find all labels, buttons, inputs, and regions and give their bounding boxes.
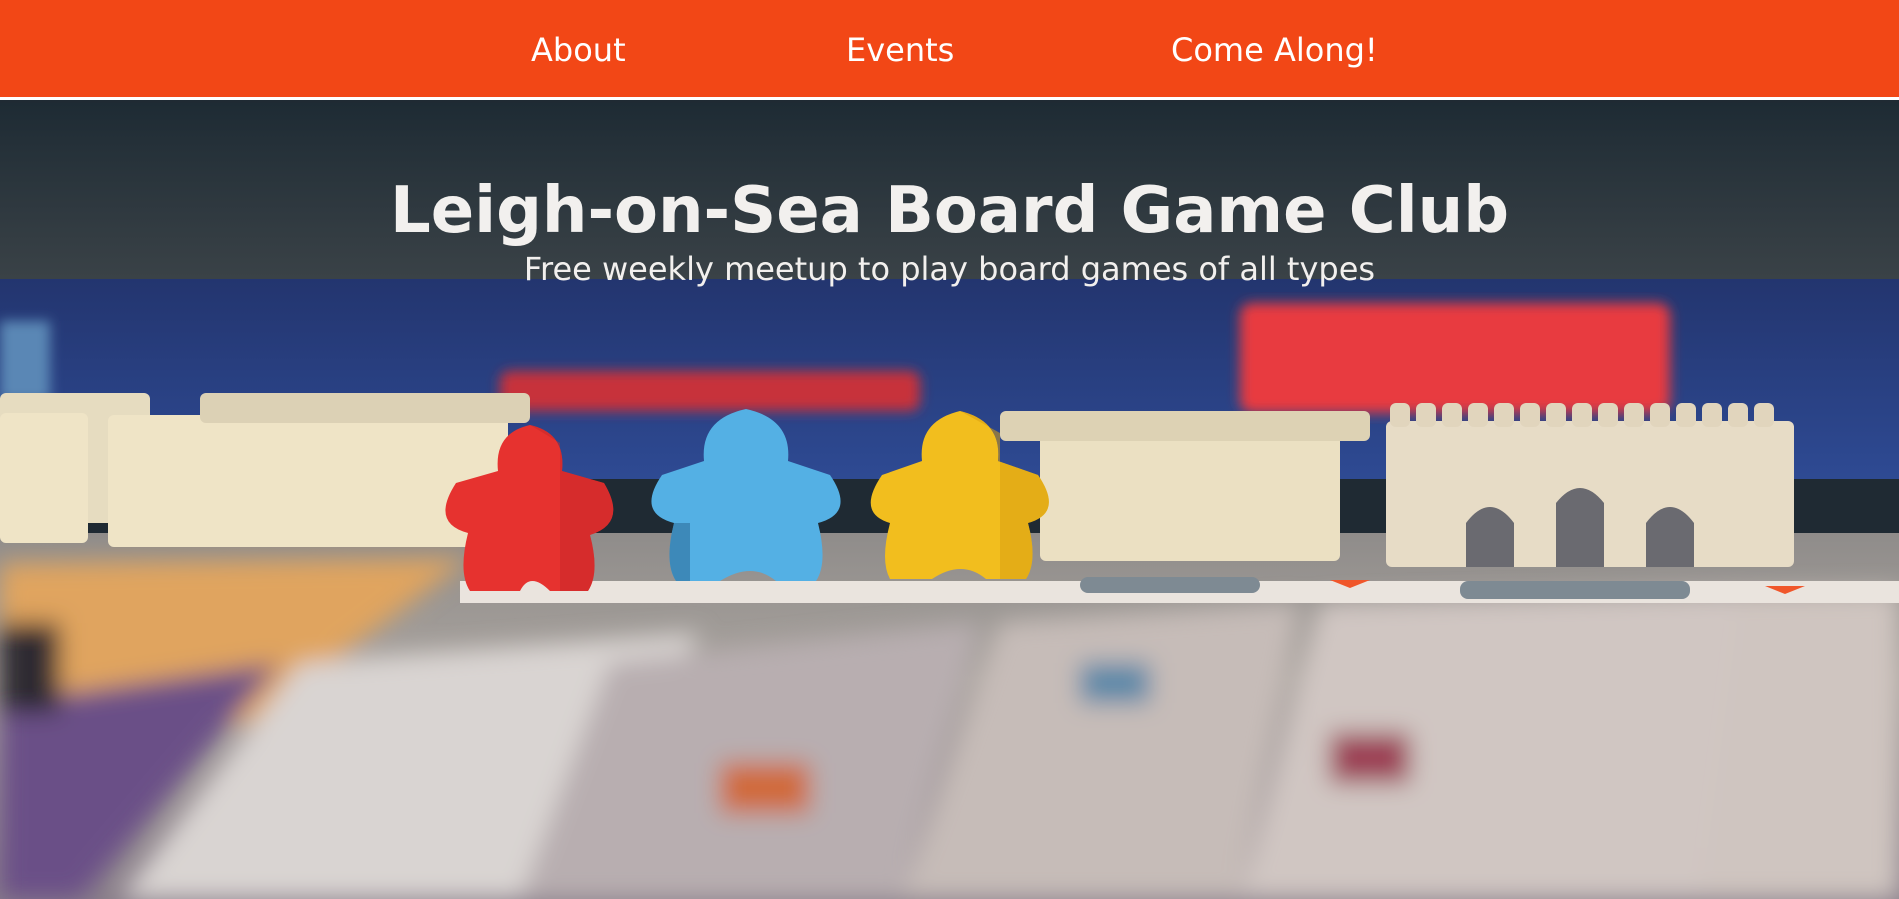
hero-heading-block: Leigh-on-Sea Board Game Club Free weekly… [0,103,1899,288]
nav-link-events[interactable]: Events [846,28,954,72]
top-nav: About Events Come Along! [0,0,1899,100]
page-subtitle: Free weekly meetup to play board games o… [523,250,1376,288]
nav-link-come-along[interactable]: Come Along! [1171,28,1378,72]
page-title: Leigh-on-Sea Board Game Club [389,173,1510,248]
nav-link-about[interactable]: About [531,28,626,72]
